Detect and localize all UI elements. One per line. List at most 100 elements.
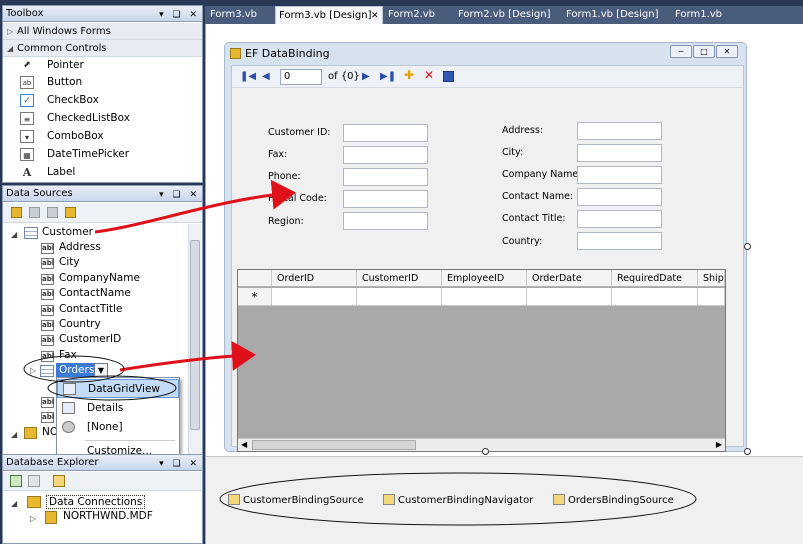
menu-item-details[interactable]: Details <box>57 399 179 418</box>
tab-form1-vb[interactable]: Form1.vb <box>672 6 740 24</box>
customer-id-textbox[interactable] <box>343 124 428 142</box>
close-icon[interactable]: ✕ <box>371 7 379 25</box>
data-sources-scrollbar[interactable] <box>188 224 201 454</box>
company-name-textbox[interactable] <box>577 166 662 184</box>
data-sources-window-controls[interactable]: ▾ ❑ ✕ <box>159 188 200 203</box>
orders-datagridview[interactable]: OrderID CustomerID EmployeeID OrderDate … <box>237 269 726 452</box>
tab-form2-vb[interactable]: Form2.vb <box>385 6 453 24</box>
collapsed-triangle-icon[interactable]: ▷ <box>30 514 36 523</box>
close-icon[interactable]: ✕ <box>716 45 738 58</box>
city-textbox[interactable] <box>577 144 662 162</box>
menu-item-none[interactable]: [None] <box>57 418 179 437</box>
scrollbar-thumb[interactable] <box>190 240 200 430</box>
toolbox-section-label: All Windows Forms <box>17 26 111 37</box>
scrollbar-thumb[interactable] <box>252 440 416 450</box>
column-header-shipped[interactable]: Shipp <box>698 270 725 287</box>
fax-textbox[interactable] <box>343 146 428 164</box>
add-data-source-icon[interactable] <box>11 207 22 218</box>
expanded-triangle-icon[interactable]: ◢ <box>11 230 17 239</box>
grid-cell[interactable] <box>442 288 527 306</box>
menu-item-datagridview[interactable]: DataGridView <box>57 379 179 398</box>
column-header-orderdate[interactable]: OrderDate <box>527 270 612 287</box>
tree-item-field[interactable]: Fax <box>59 349 77 361</box>
grid-cell[interactable] <box>527 288 612 306</box>
save-icon[interactable] <box>443 71 454 82</box>
column-header-requireddate[interactable]: RequiredDate <box>612 270 698 287</box>
edit-dataset-icon[interactable] <box>29 207 40 218</box>
connect-icon[interactable] <box>53 475 65 487</box>
tree-item-field[interactable]: Address <box>59 241 101 253</box>
refresh-icon[interactable] <box>10 475 22 487</box>
address-textbox[interactable] <box>577 122 662 140</box>
tree-item-field[interactable]: ContactName <box>59 287 131 299</box>
toolbox-item-datetimepicker[interactable]: ▦ DateTimePicker <box>3 146 202 163</box>
tree-item-orders[interactable]: Orders <box>56 363 98 378</box>
position-textbox[interactable]: 0 <box>280 69 322 85</box>
designed-form[interactable]: EF DataBinding ─ □ ✕ ❚◀ ◀ 0 of {0} ▶ ▶❚ … <box>224 42 747 452</box>
tab-form2-design[interactable]: Form2.vb [Design] <box>455 6 563 24</box>
contact-name-textbox[interactable] <box>577 188 662 206</box>
tree-item-data-connections[interactable]: Data Connections <box>46 495 146 509</box>
move-next-icon[interactable]: ▶ <box>362 70 370 84</box>
expanded-triangle-icon[interactable]: ◢ <box>11 499 17 508</box>
toolbox-item-button[interactable]: ab Button <box>3 74 202 91</box>
region-textbox[interactable] <box>343 212 428 230</box>
tree-item-field[interactable]: CustomerID <box>59 333 121 345</box>
tree-item-field[interactable]: CompanyName <box>59 272 140 284</box>
move-first-icon[interactable]: ❚◀ <box>240 70 256 84</box>
tray-orders-binding-source[interactable]: OrdersBindingSource <box>553 494 674 506</box>
maximize-icon[interactable]: □ <box>693 45 715 58</box>
expanded-triangle-icon: ◢ <box>7 44 14 53</box>
tab-form1-design[interactable]: Form1.vb [Design] <box>563 6 671 24</box>
collapsed-triangle-icon[interactable]: ▷ <box>30 366 36 375</box>
toolbox-item-pointer[interactable]: ⬈ Pointer <box>3 57 202 74</box>
tree-item-field[interactable]: City <box>59 256 80 268</box>
data-sources-title-bar: Data Sources ▾ ❑ ✕ <box>3 186 202 202</box>
refresh-icon[interactable] <box>65 207 76 218</box>
grid-cell[interactable] <box>698 288 725 306</box>
tree-item-field[interactable]: Country <box>59 318 101 330</box>
tray-customer-binding-navigator[interactable]: CustomerBindingNavigator <box>383 494 533 506</box>
scroll-left-icon[interactable]: ◀ <box>241 439 247 451</box>
toolbox-section-all-forms[interactable]: ▷ All Windows Forms <box>3 23 202 40</box>
stop-icon[interactable] <box>28 475 40 487</box>
grid-cell[interactable] <box>612 288 698 306</box>
configure-dataset-icon[interactable] <box>47 207 58 218</box>
tray-customer-binding-source[interactable]: CustomerBindingSource <box>228 494 364 506</box>
minimize-icon[interactable]: ─ <box>670 45 692 58</box>
expanded-triangle-icon[interactable]: ◢ <box>11 430 17 439</box>
postal-code-textbox[interactable] <box>343 190 428 208</box>
tree-item-northwnd-mdf[interactable]: NORTHWND.MDF <box>63 510 153 522</box>
toolbox-section-common-controls[interactable]: ◢ Common Controls <box>3 40 202 57</box>
scroll-right-icon[interactable]: ▶ <box>716 439 722 451</box>
resize-handle[interactable] <box>744 448 751 455</box>
grid-cell[interactable] <box>357 288 442 306</box>
move-previous-icon[interactable]: ◀ <box>262 70 270 84</box>
column-header-orderid[interactable]: OrderID <box>272 270 357 287</box>
column-header-employeeid[interactable]: EmployeeID <box>442 270 527 287</box>
move-last-icon[interactable]: ▶❚ <box>380 70 396 84</box>
add-new-icon[interactable]: ✚ <box>404 68 414 82</box>
tab-form3-vb[interactable]: Form3.vb <box>207 6 275 24</box>
toolbox-window-controls[interactable]: ▾ ❑ ✕ <box>159 8 200 23</box>
column-header-customerid[interactable]: CustomerID <box>357 270 442 287</box>
resize-handle[interactable] <box>482 448 489 455</box>
database-explorer-window-controls[interactable]: ▾ ❑ ✕ <box>159 457 200 472</box>
tab-form3-design[interactable]: Form3.vb [Design] ✕ <box>275 6 383 24</box>
delete-icon[interactable]: ✕ <box>424 68 434 82</box>
toolbox-item-label[interactable]: A Label <box>3 164 202 181</box>
tree-item-field[interactable]: ContactTitle <box>59 303 122 315</box>
toolbox-item-checkbox[interactable]: ✓ CheckBox <box>3 92 202 109</box>
contact-title-textbox[interactable] <box>577 210 662 228</box>
grid-cell[interactable] <box>272 288 357 306</box>
phone-textbox[interactable] <box>343 168 428 186</box>
tree-item-customer[interactable]: Customer <box>42 226 93 238</box>
toolbox-item-combobox[interactable]: ▾ ComboBox <box>3 128 202 145</box>
drop-type-dropdown-button[interactable]: ▼ <box>94 363 108 378</box>
toolbox-item-checkedlistbox[interactable]: ≡ CheckedListBox <box>3 110 202 127</box>
new-row-header[interactable]: * <box>238 288 272 306</box>
postal-code-label: Postal Code: <box>268 193 327 204</box>
resize-handle[interactable] <box>744 243 751 250</box>
country-textbox[interactable] <box>577 232 662 250</box>
form-designer-surface[interactable]: EF DataBinding ─ □ ✕ ❚◀ ◀ 0 of {0} ▶ ▶❚ … <box>205 24 803 544</box>
